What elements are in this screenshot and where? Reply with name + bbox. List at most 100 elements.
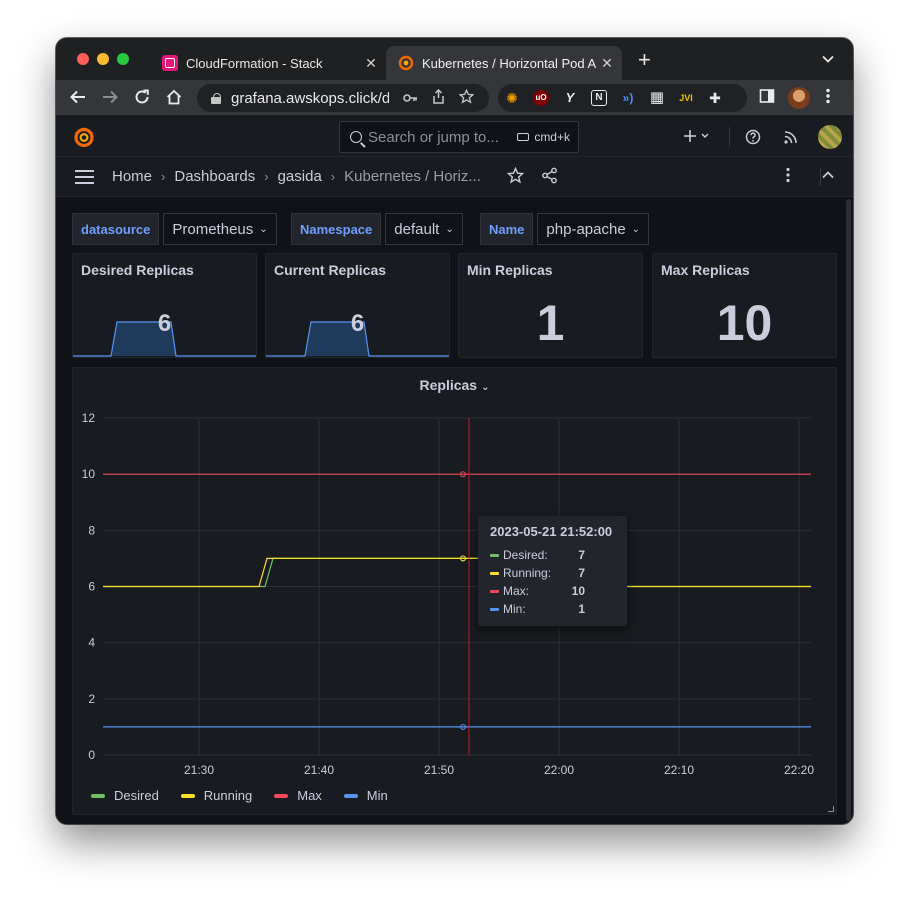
legend-item-desired[interactable]: Desired xyxy=(91,788,159,803)
search-placeholder: Search or jump to... xyxy=(368,128,499,146)
name-select[interactable]: php-apache ⌄ xyxy=(537,213,650,245)
grafana-icon xyxy=(398,55,414,71)
breadcrumb-bar: Home › Dashboards › gasida › Kubernetes … xyxy=(56,157,853,197)
extension-audio-icon[interactable]: ») xyxy=(620,90,636,106)
tab-close-icon[interactable]: ✕ xyxy=(360,55,382,72)
reload-icon[interactable] xyxy=(132,88,152,108)
search-input[interactable]: Search or jump to... cmd+k xyxy=(339,121,579,153)
tab-close-icon[interactable]: ✕ xyxy=(596,55,618,72)
variable-datasource: datasource Prometheus ⌄ xyxy=(72,213,277,245)
legend-item-running[interactable]: Running xyxy=(180,788,253,803)
tab-kubernetes-hpa[interactable]: Kubernetes / Horizontal Pod Autoscaler ✕ xyxy=(386,46,622,80)
chevron-down-icon: ⌄ xyxy=(445,223,454,235)
share-icon[interactable] xyxy=(432,88,445,107)
legend-item-max[interactable]: Max xyxy=(274,788,322,803)
back-arrow-icon[interactable] xyxy=(68,88,88,108)
extension-sun-icon[interactable]: ✺ xyxy=(504,90,520,106)
breadcrumb-dashboards[interactable]: Dashboards xyxy=(174,168,255,185)
datasource-select[interactable]: Prometheus ⌄ xyxy=(163,213,277,245)
news-feed-icon[interactable] xyxy=(783,129,799,149)
more-options-icon[interactable] xyxy=(786,167,790,188)
tab-search-icon[interactable] xyxy=(822,52,834,66)
panel-title[interactable]: Replicas ⌄ xyxy=(73,377,836,393)
extension-ublock-icon[interactable]: uO xyxy=(533,90,549,106)
legend-swatch xyxy=(343,793,358,798)
series-swatch xyxy=(490,589,499,593)
browser-menu-icon[interactable] xyxy=(826,88,830,108)
stat-panel-desired[interactable]: Desired Replicas 6 xyxy=(72,253,257,358)
chevron-down-icon: ⌄ xyxy=(481,382,490,393)
series-line-running xyxy=(103,557,811,588)
search-shortcut: cmd+k xyxy=(534,130,570,144)
breadcrumb-home[interactable]: Home xyxy=(112,168,152,185)
menu-icon[interactable] xyxy=(75,170,94,184)
bookmark-star-icon[interactable] xyxy=(458,88,475,107)
chevron-up-icon[interactable] xyxy=(821,167,835,187)
resize-handle[interactable] xyxy=(828,806,834,812)
stat-panel-max[interactable]: Max Replicas 10 xyxy=(652,253,837,358)
breadcrumb-current: Kubernetes / Horiz... xyxy=(344,168,481,185)
favorite-star-icon[interactable] xyxy=(506,166,525,189)
scrollbar[interactable] xyxy=(846,199,851,821)
minimize-window-button[interactable] xyxy=(97,53,109,65)
tooltip-value: 10 xyxy=(571,584,585,598)
legend-label: Max xyxy=(297,788,322,803)
stat-value: 10 xyxy=(716,295,773,351)
address-bar[interactable]: grafana.awskops.click/d/... xyxy=(197,84,489,112)
legend-label: Running xyxy=(203,788,253,803)
extensions-puzzle-icon[interactable]: ✚ xyxy=(707,90,723,106)
legend-item-min[interactable]: Min xyxy=(343,788,388,803)
stat-value: 6 xyxy=(157,310,172,337)
chevron-down-icon: ⌄ xyxy=(631,223,641,235)
dashboard: datasource Prometheus ⌄ Namespace default… xyxy=(56,197,853,824)
y-tick-label: 8 xyxy=(88,523,95,537)
chevron-right-icon: › xyxy=(161,169,166,184)
stat-value: 6 xyxy=(350,310,365,337)
share-dashboard-icon[interactable] xyxy=(541,167,558,189)
zoom-window-button[interactable] xyxy=(117,53,129,65)
extension-notion-icon[interactable]: N xyxy=(591,90,607,106)
add-new-button[interactable] xyxy=(683,129,711,147)
stat-panel-current[interactable]: Current Replicas 6 xyxy=(265,253,450,358)
key-icon[interactable] xyxy=(403,91,418,106)
user-avatar[interactable] xyxy=(818,125,842,149)
side-panel-icon[interactable] xyxy=(759,88,775,108)
extension-qr-icon[interactable]: ▦ xyxy=(649,90,665,106)
breadcrumb: Home › Dashboards › gasida › Kubernetes … xyxy=(112,168,481,185)
profile-avatar[interactable] xyxy=(788,87,810,109)
x-tick-label: 22:10 xyxy=(664,763,694,777)
series-swatch xyxy=(490,607,499,611)
replicas-graph-panel[interactable]: 0 2 4 6 8 10 12 21:30 21:40 21:50 22:00 22:10 22:20 … xyxy=(72,367,837,815)
help-icon[interactable] xyxy=(745,129,761,149)
tooltip-value: 1 xyxy=(578,602,585,616)
stat-panel-min[interactable]: Min Replicas 1 xyxy=(458,253,643,358)
new-tab-button[interactable]: + xyxy=(638,49,651,71)
tab-strip: CloudFormation - Stack ✕ Kubernetes / Ho… xyxy=(56,38,853,80)
browser-window: CloudFormation - Stack ✕ Kubernetes / Ho… xyxy=(56,38,853,824)
forward-arrow-icon[interactable] xyxy=(100,88,120,108)
chevron-down-icon: ⌄ xyxy=(259,223,268,235)
tooltip-value: 7 xyxy=(578,566,585,580)
series-swatch xyxy=(490,571,499,575)
legend-label: Desired xyxy=(114,788,159,803)
browser-toolbar: grafana.awskops.click/d/... ✺ uO Y N ») … xyxy=(56,80,853,116)
home-icon[interactable] xyxy=(164,88,184,108)
x-tick-label: 21:50 xyxy=(424,763,454,777)
breadcrumb-folder[interactable]: gasida xyxy=(278,168,322,185)
close-window-button[interactable] xyxy=(77,53,89,65)
variable-namespace: Namespace default ⌄ xyxy=(291,213,463,245)
chevron-right-icon: › xyxy=(264,169,269,184)
extension-jvi-icon[interactable]: JVI xyxy=(678,90,694,106)
cloudformation-icon xyxy=(162,55,178,71)
extension-y-icon[interactable]: Y xyxy=(562,90,578,106)
tooltip-row: Desired: 7 xyxy=(490,546,615,564)
url-text: grafana.awskops.click/d/... xyxy=(231,89,389,107)
grafana-logo-icon[interactable] xyxy=(73,126,95,148)
legend-label: Min xyxy=(366,788,388,803)
stat-title: Max Replicas xyxy=(661,262,750,278)
namespace-select[interactable]: default ⌄ xyxy=(385,213,463,245)
nav-divider xyxy=(729,127,730,147)
tooltip-series: Running: xyxy=(503,566,552,580)
tab-cloudformation[interactable]: CloudFormation - Stack ✕ xyxy=(150,46,386,80)
tooltip-series: Min: xyxy=(503,602,526,616)
